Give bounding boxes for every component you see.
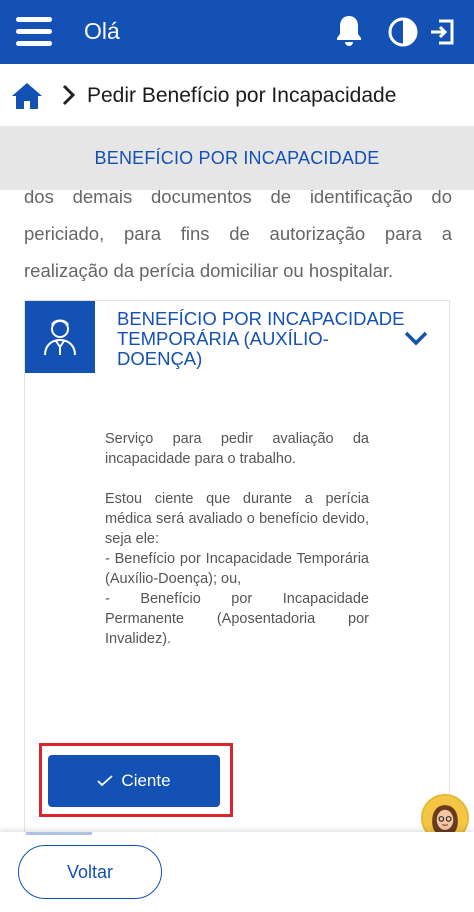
card-paragraph-awareness: Estou ciente que durante a perícia médic… <box>105 491 369 647</box>
greeting-text: Olá <box>84 18 120 44</box>
check-icon <box>97 775 114 787</box>
footer-divider <box>26 832 92 835</box>
card-header[interactable]: BENEFÍCIO POR INCAPACIDADE TEMPORÁRIA (A… <box>25 301 449 373</box>
menu-icon[interactable] <box>14 14 54 50</box>
chevron-right-icon <box>62 84 76 106</box>
ciente-button-label: Ciente <box>121 771 171 790</box>
bell-icon[interactable] <box>333 13 365 49</box>
breadcrumb: Pedir Benefício por Incapacidade <box>0 64 474 126</box>
app-bar: Olá <box>0 0 474 64</box>
section-header: BENEFÍCIO POR INCAPACIDADE <box>0 126 474 190</box>
home-icon[interactable] <box>10 80 44 112</box>
intro-text: dos demais documentos de identificação d… <box>24 186 452 281</box>
card-body: Serviço para pedir avaliação da incapaci… <box>105 429 369 669</box>
ciente-button[interactable]: Ciente <box>48 755 220 807</box>
card-icon-box <box>25 301 95 373</box>
back-button[interactable]: Voltar <box>18 845 162 899</box>
section-title: BENEFÍCIO POR INCAPACIDADE <box>94 148 380 168</box>
logout-icon[interactable] <box>427 16 459 48</box>
doctor-icon <box>44 319 76 356</box>
chevron-down-icon[interactable] <box>403 329 429 347</box>
footer-bar: Voltar <box>0 832 474 912</box>
back-button-label: Voltar <box>66 861 114 882</box>
card-paragraph-service: Serviço para pedir avaliação da incapaci… <box>105 431 369 467</box>
contrast-icon[interactable] <box>387 16 419 48</box>
intro-paragraph: dos demais documentos de identificação d… <box>24 178 452 286</box>
breadcrumb-current: Pedir Benefício por Incapacidade <box>87 84 397 107</box>
card-title: BENEFÍCIO POR INCAPACIDADE TEMPORÁRIA (A… <box>117 308 405 369</box>
